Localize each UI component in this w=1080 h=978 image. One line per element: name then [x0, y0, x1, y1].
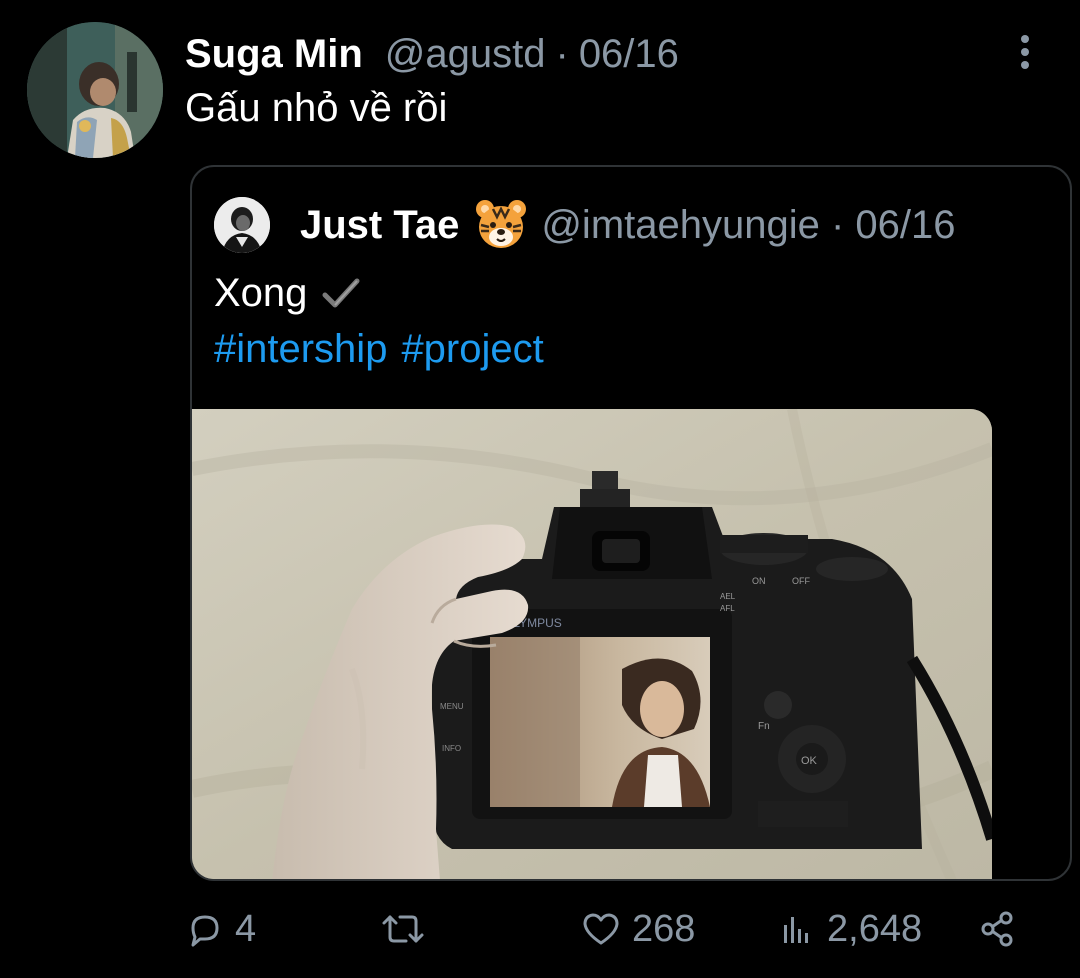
camera-fn-label: Fn: [758, 721, 770, 732]
retweet-icon: [382, 915, 424, 943]
quoted-tweet-text-content: Xong: [214, 271, 308, 315]
quoted-author-handle[interactable]: @imtaehyungie · 06/16: [541, 203, 955, 248]
author-display-name[interactable]: Suga Min: [185, 32, 363, 77]
quoted-tweet-media[interactable]: OLYMPUS OK Fn ON OFF AEL AFL MENU INFO: [192, 409, 992, 879]
camera-afl-label: AFL: [720, 604, 735, 613]
more-options-button[interactable]: [1010, 32, 1040, 72]
tweet-header: Suga Min @agustd · 06/16: [185, 26, 679, 82]
quoted-tweet[interactable]: Just Tae @imtaehyungie · 06/16 Xong #int…: [190, 165, 1072, 881]
camera-off-label: OFF: [792, 576, 810, 586]
more-vertical-icon: [1021, 35, 1029, 69]
camera-info-label: INFO: [442, 744, 461, 753]
tweet-date[interactable]: 06/16: [579, 32, 679, 77]
author-avatar-image: [27, 22, 163, 158]
tiger-face-icon: [476, 200, 527, 248]
camera-on-label: ON: [752, 576, 766, 586]
share-button[interactable]: [977, 900, 1017, 958]
view-count: 2,648: [827, 907, 923, 950]
reply-count: 4: [235, 907, 257, 950]
like-button[interactable]: 268: [580, 900, 695, 958]
quoted-tweet-hashtags: #intership #project: [214, 321, 558, 377]
quoted-tweet-header: Just Tae @imtaehyungie · 06/16: [300, 195, 1010, 255]
tweet-action-bar: 4 268 2,648: [185, 900, 1045, 958]
quoted-author-avatar-image: [214, 197, 270, 253]
analytics-icon: [784, 917, 808, 943]
retweet-button[interactable]: [380, 900, 436, 958]
check-mark-icon: [322, 278, 360, 308]
quoted-tweet-text: Xong: [214, 265, 363, 321]
like-count: 268: [632, 907, 696, 950]
reply-icon: [191, 915, 219, 947]
heart-icon: [583, 913, 619, 945]
header-separator: ·: [555, 31, 569, 76]
author-avatar[interactable]: [27, 22, 163, 158]
quoted-author-display-name[interactable]: Just Tae: [300, 203, 459, 248]
author-handle[interactable]: @agustd: [385, 32, 546, 77]
hashtag-project[interactable]: #project: [401, 327, 543, 371]
camera-ael-label: AEL: [720, 592, 736, 601]
tweet: Suga Min @agustd · 06/16 Gấu nhỏ về rồi …: [0, 0, 1080, 978]
camera-photo: OLYMPUS OK Fn ON OFF AEL AFL MENU INFO: [192, 409, 992, 879]
reply-button[interactable]: 4: [185, 900, 256, 958]
camera-menu-label: MENU: [440, 702, 464, 711]
camera-ok-label: OK: [801, 755, 818, 767]
hashtag-intership[interactable]: #intership: [214, 327, 387, 371]
share-icon: [981, 911, 1013, 947]
quoted-author-avatar[interactable]: [214, 197, 270, 253]
tweet-text: Gấu nhỏ về rồi: [185, 86, 448, 130]
views-button[interactable]: 2,648: [777, 900, 922, 958]
